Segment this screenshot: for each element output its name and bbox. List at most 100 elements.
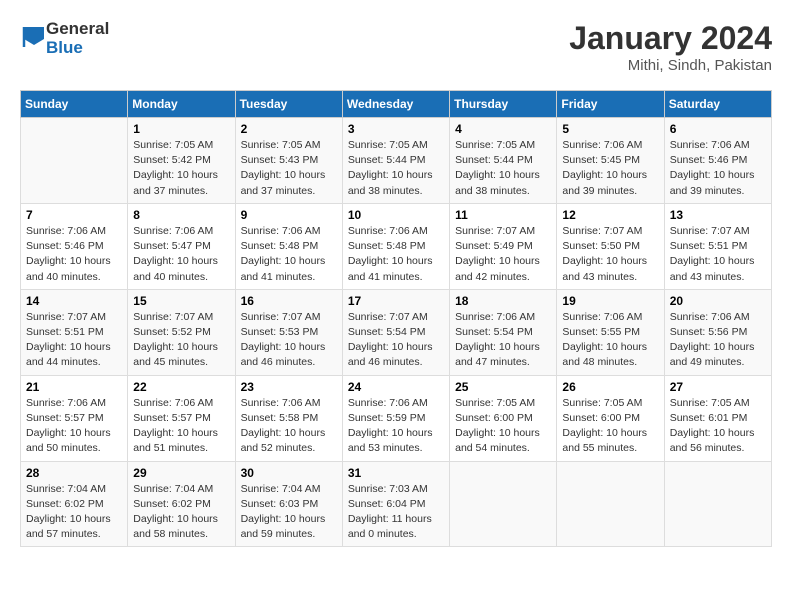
day-number: 15 bbox=[133, 294, 229, 308]
header-wednesday: Wednesday bbox=[342, 91, 449, 118]
calendar-cell: 3 Sunrise: 7:05 AMSunset: 5:44 PMDaylight… bbox=[342, 118, 449, 204]
calendar-header-row: SundayMondayTuesdayWednesdayThursdayFrid… bbox=[21, 91, 772, 118]
day-number: 10 bbox=[348, 208, 444, 222]
calendar-cell: 6Sunrise: 7:06 AMSunset: 5:46 PMDaylight… bbox=[664, 118, 771, 204]
page-header: General Blue January 2024 Mithi, Sindh, … bbox=[20, 20, 772, 74]
calendar-cell: 21Sunrise: 7:06 AMSunset: 5:57 PMDayligh… bbox=[21, 375, 128, 461]
day-info: Sunrise: 7:06 AMSunset: 5:55 PMDaylight:… bbox=[562, 310, 658, 371]
calendar-cell: 29Sunrise: 7:04 AMSunset: 6:02 PMDayligh… bbox=[128, 461, 235, 547]
header-saturday: Saturday bbox=[664, 91, 771, 118]
day-number: 25 bbox=[455, 380, 551, 394]
day-number: 1 bbox=[133, 122, 229, 136]
calendar-cell bbox=[21, 118, 128, 204]
calendar-week-row: 7 Sunrise: 7:06 AMSunset: 5:46 PMDaylight… bbox=[21, 203, 772, 289]
day-number: 6 bbox=[670, 122, 766, 136]
day-number: 9 bbox=[241, 208, 337, 222]
day-info: Sunrise: 7:05 AMSunset: 5:44 PMDaylight:… bbox=[455, 138, 551, 199]
calendar-cell: 10 Sunrise: 7:06 AMSunset: 5:48 PMDayligh… bbox=[342, 203, 449, 289]
calendar-cell: 18Sunrise: 7:06 AMSunset: 5:54 PMDayligh… bbox=[450, 289, 557, 375]
day-number: 20 bbox=[670, 294, 766, 308]
day-info: Sunrise: 7:06 AMSunset: 5:45 PMDaylight:… bbox=[562, 138, 658, 199]
calendar-cell bbox=[664, 461, 771, 547]
header-tuesday: Tuesday bbox=[235, 91, 342, 118]
calendar-week-row: 14 Sunrise: 7:07 AMSunset: 5:51 PMDayligh… bbox=[21, 289, 772, 375]
logo-text-blue: Blue bbox=[46, 39, 109, 58]
day-info: Sunrise: 7:07 AMSunset: 5:49 PMDaylight:… bbox=[455, 224, 551, 285]
calendar-cell bbox=[557, 461, 664, 547]
day-number: 24 bbox=[348, 380, 444, 394]
day-number: 31 bbox=[348, 466, 444, 480]
day-number: 17 bbox=[348, 294, 444, 308]
day-info: Sunrise: 7:04 AMSunset: 6:02 PMDaylight:… bbox=[26, 482, 122, 543]
logo: General Blue bbox=[20, 20, 109, 57]
calendar-cell: 11Sunrise: 7:07 AMSunset: 5:49 PMDayligh… bbox=[450, 203, 557, 289]
header-sunday: Sunday bbox=[21, 91, 128, 118]
calendar-cell: 22 Sunrise: 7:06 AMSunset: 5:57 PMDayligh… bbox=[128, 375, 235, 461]
month-title: January 2024 bbox=[569, 20, 772, 57]
day-number: 13 bbox=[670, 208, 766, 222]
day-number: 8 bbox=[133, 208, 229, 222]
calendar-cell: 2 Sunrise: 7:05 AMSunset: 5:43 PMDaylight… bbox=[235, 118, 342, 204]
day-info: Sunrise: 7:04 AMSunset: 6:03 PMDaylight:… bbox=[241, 482, 337, 543]
calendar-week-row: 21Sunrise: 7:06 AMSunset: 5:57 PMDayligh… bbox=[21, 375, 772, 461]
calendar-cell: 28 Sunrise: 7:04 AMSunset: 6:02 PMDayligh… bbox=[21, 461, 128, 547]
day-info: Sunrise: 7:06 AMSunset: 5:48 PMDaylight:… bbox=[348, 224, 444, 285]
day-number: 19 bbox=[562, 294, 658, 308]
calendar-cell: 15 Sunrise: 7:07 AMSunset: 5:52 PMDayligh… bbox=[128, 289, 235, 375]
day-number: 14 bbox=[26, 294, 122, 308]
logo-text-general: General bbox=[46, 20, 109, 39]
day-info: Sunrise: 7:06 AMSunset: 5:57 PMDaylight:… bbox=[26, 396, 122, 457]
calendar-cell: 31 Sunrise: 7:03 AMSunset: 6:04 PMDayligh… bbox=[342, 461, 449, 547]
day-info: Sunrise: 7:06 AMSunset: 5:57 PMDaylight:… bbox=[133, 396, 229, 457]
day-info: Sunrise: 7:07 AMSunset: 5:50 PMDaylight:… bbox=[562, 224, 658, 285]
day-info: Sunrise: 7:06 AMSunset: 5:58 PMDaylight:… bbox=[241, 396, 337, 457]
day-number: 27 bbox=[670, 380, 766, 394]
calendar-week-row: 28 Sunrise: 7:04 AMSunset: 6:02 PMDayligh… bbox=[21, 461, 772, 547]
day-info: Sunrise: 7:06 AMSunset: 5:48 PMDaylight:… bbox=[241, 224, 337, 285]
day-number: 23 bbox=[241, 380, 337, 394]
calendar-week-row: 1 Sunrise: 7:05 AMSunset: 5:42 PMDaylight… bbox=[21, 118, 772, 204]
calendar-cell: 16Sunrise: 7:07 AMSunset: 5:53 PMDayligh… bbox=[235, 289, 342, 375]
title-block: January 2024 Mithi, Sindh, Pakistan bbox=[569, 20, 772, 74]
calendar-cell: 7 Sunrise: 7:06 AMSunset: 5:46 PMDaylight… bbox=[21, 203, 128, 289]
header-monday: Monday bbox=[128, 91, 235, 118]
day-number: 12 bbox=[562, 208, 658, 222]
day-info: Sunrise: 7:07 AMSunset: 5:54 PMDaylight:… bbox=[348, 310, 444, 371]
calendar-cell: 12 Sunrise: 7:07 AMSunset: 5:50 PMDayligh… bbox=[557, 203, 664, 289]
calendar-cell: 19 Sunrise: 7:06 AMSunset: 5:55 PMDayligh… bbox=[557, 289, 664, 375]
day-info: Sunrise: 7:05 AMSunset: 5:43 PMDaylight:… bbox=[241, 138, 337, 199]
logo-flag-icon bbox=[21, 25, 47, 53]
day-info: Sunrise: 7:06 AMSunset: 5:46 PMDaylight:… bbox=[26, 224, 122, 285]
day-info: Sunrise: 7:05 AMSunset: 6:01 PMDaylight:… bbox=[670, 396, 766, 457]
day-info: Sunrise: 7:07 AMSunset: 5:51 PMDaylight:… bbox=[670, 224, 766, 285]
day-info: Sunrise: 7:07 AMSunset: 5:52 PMDaylight:… bbox=[133, 310, 229, 371]
day-info: Sunrise: 7:05 AMSunset: 6:00 PMDaylight:… bbox=[562, 396, 658, 457]
calendar-cell: 30 Sunrise: 7:04 AMSunset: 6:03 PMDayligh… bbox=[235, 461, 342, 547]
day-number: 16 bbox=[241, 294, 337, 308]
day-number: 3 bbox=[348, 122, 444, 136]
day-info: Sunrise: 7:05 AMSunset: 5:42 PMDaylight:… bbox=[133, 138, 229, 199]
day-number: 2 bbox=[241, 122, 337, 136]
calendar-cell: 17 Sunrise: 7:07 AMSunset: 5:54 PMDayligh… bbox=[342, 289, 449, 375]
day-number: 30 bbox=[241, 466, 337, 480]
day-number: 5 bbox=[562, 122, 658, 136]
calendar-cell: 5 Sunrise: 7:06 AMSunset: 5:45 PMDaylight… bbox=[557, 118, 664, 204]
day-info: Sunrise: 7:05 AMSunset: 5:44 PMDaylight:… bbox=[348, 138, 444, 199]
calendar-cell: 20Sunrise: 7:06 AMSunset: 5:56 PMDayligh… bbox=[664, 289, 771, 375]
location-title: Mithi, Sindh, Pakistan bbox=[569, 57, 772, 74]
calendar-cell: 24 Sunrise: 7:06 AMSunset: 5:59 PMDayligh… bbox=[342, 375, 449, 461]
day-number: 28 bbox=[26, 466, 122, 480]
day-info: Sunrise: 7:06 AMSunset: 5:59 PMDaylight:… bbox=[348, 396, 444, 457]
day-number: 4 bbox=[455, 122, 551, 136]
day-number: 18 bbox=[455, 294, 551, 308]
day-info: Sunrise: 7:03 AMSunset: 6:04 PMDaylight:… bbox=[348, 482, 444, 543]
calendar-cell: 1 Sunrise: 7:05 AMSunset: 5:42 PMDaylight… bbox=[128, 118, 235, 204]
day-number: 29 bbox=[133, 466, 229, 480]
day-number: 7 bbox=[26, 208, 122, 222]
calendar-cell: 4 Sunrise: 7:05 AMSunset: 5:44 PMDaylight… bbox=[450, 118, 557, 204]
calendar-table: SundayMondayTuesdayWednesdayThursdayFrid… bbox=[20, 90, 772, 547]
day-number: 22 bbox=[133, 380, 229, 394]
calendar-cell: 25Sunrise: 7:05 AMSunset: 6:00 PMDayligh… bbox=[450, 375, 557, 461]
calendar-cell: 26Sunrise: 7:05 AMSunset: 6:00 PMDayligh… bbox=[557, 375, 664, 461]
day-info: Sunrise: 7:07 AMSunset: 5:51 PMDaylight:… bbox=[26, 310, 122, 371]
